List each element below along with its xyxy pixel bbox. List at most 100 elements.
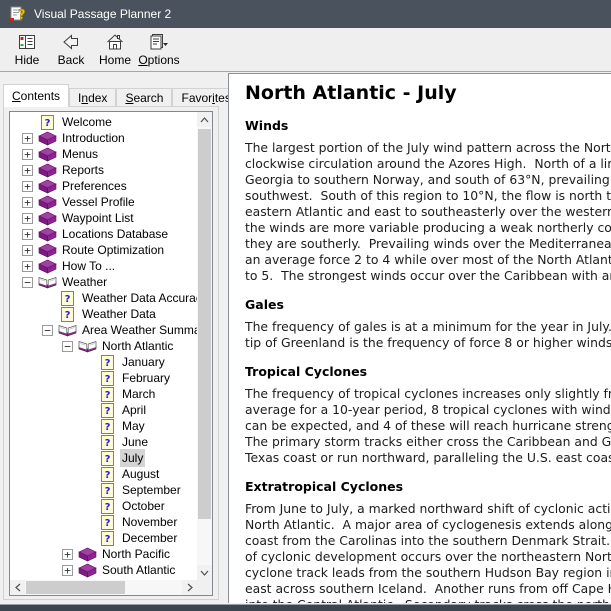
tree-item-october[interactable]: ?October (10, 498, 197, 514)
svg-text:?: ? (104, 502, 110, 513)
book-open-icon (57, 322, 77, 338)
toggle-spacer (42, 309, 53, 320)
section-heading-extratropical-cyclones: Extratropical Cyclones (245, 479, 611, 494)
tree-vertical-scrollbar[interactable] (197, 112, 212, 580)
content-line: Texas coast or run northward, parallelin… (245, 450, 611, 466)
tree-item-menus[interactable]: +Menus (10, 146, 197, 162)
scroll-right-arrow-icon[interactable] (182, 580, 197, 595)
options-button[interactable]: Options (137, 28, 181, 70)
toggle-spacer (42, 293, 53, 304)
svg-text:?: ? (104, 534, 110, 545)
back-button[interactable]: Back (49, 28, 93, 70)
help-file-icon: ? (9, 5, 27, 23)
svg-text:?: ? (18, 8, 26, 23)
expand-icon[interactable]: + (22, 245, 33, 256)
section-heading-winds: Winds (245, 118, 611, 133)
content-line: the winds are more variable producing a … (245, 220, 611, 236)
collapse-icon[interactable]: − (22, 277, 33, 288)
hide-button[interactable]: Hide (5, 28, 49, 70)
tree-item-january[interactable]: ?January (10, 354, 197, 370)
toggle-spacer (82, 357, 93, 368)
home-button[interactable]: Home (93, 28, 137, 70)
content-line: North Atlantic. A major area of cyclogen… (245, 517, 611, 533)
tree-item-weather-data-accuracy[interactable]: ?Weather Data Accuracy (10, 290, 197, 306)
horizontal-scroll-thumb[interactable] (26, 581, 125, 594)
help-page-icon: ? (57, 290, 77, 306)
expand-icon[interactable]: + (22, 261, 33, 272)
toggle-spacer (82, 453, 93, 464)
expand-icon[interactable]: + (22, 133, 33, 144)
tree-item-area-weather-summaries[interactable]: −Area Weather Summaries (10, 322, 197, 338)
svg-text:?: ? (104, 390, 110, 401)
scroll-up-arrow-icon[interactable] (197, 112, 212, 127)
svg-text:?: ? (104, 406, 110, 417)
vertical-scroll-thumb[interactable] (198, 129, 211, 519)
tree-item-may[interactable]: ?May (10, 418, 197, 434)
tree-item-march[interactable]: ?March (10, 386, 197, 402)
collapse-icon[interactable]: − (62, 341, 73, 352)
app-window: ? Visual Passage Planner 2 HideBackHomeO… (0, 0, 611, 611)
tree-horizontal-scrollbar[interactable] (10, 580, 197, 595)
tree-item-label: South Atlantic (100, 561, 177, 579)
scroll-left-arrow-icon[interactable] (10, 580, 25, 595)
expand-icon[interactable]: + (22, 165, 33, 176)
content-line: clockwise circulation around the Azores … (245, 156, 611, 172)
collapse-icon[interactable]: − (42, 325, 53, 336)
tree-item-september[interactable]: ?September (10, 482, 197, 498)
toggle-spacer (82, 405, 93, 416)
content-line: The primary storm tracks either cross th… (245, 434, 611, 450)
book-closed-icon (37, 178, 57, 194)
tree-item-april[interactable]: ?April (10, 402, 197, 418)
scrollbar-corner (197, 580, 212, 595)
tree-item-locations-database[interactable]: +Locations Database (10, 226, 197, 242)
help-page-icon: ? (97, 482, 117, 498)
tree-item-introduction[interactable]: +Introduction (10, 130, 197, 146)
tree-item-north-pacific[interactable]: +North Pacific (10, 546, 197, 562)
content-line: The frequency of tropical cyclones incre… (245, 386, 611, 402)
tree-item-waypoint-list[interactable]: +Waypoint List (10, 210, 197, 226)
tree-item-december[interactable]: ?December (10, 530, 197, 546)
help-page-icon: ? (57, 306, 77, 322)
toggle-spacer (82, 501, 93, 512)
tree-item-june[interactable]: ?June (10, 434, 197, 450)
expand-icon[interactable]: + (22, 181, 33, 192)
toggle-spacer (82, 373, 93, 384)
tree-item-february[interactable]: ?February (10, 370, 197, 386)
tree-item-north-atlantic[interactable]: −North Atlantic (10, 338, 197, 354)
tree-item-weather[interactable]: −Weather (10, 274, 197, 290)
tree-item-november[interactable]: ?November (10, 514, 197, 530)
tab-contents[interactable]: Contents (3, 84, 69, 107)
tree-item-how-to[interactable]: +How To ... (10, 258, 197, 274)
tree-item-weather-data[interactable]: ?Weather Data (10, 306, 197, 322)
expand-icon[interactable]: + (22, 229, 33, 240)
navigation-pane: ContentsIndexSearchFavorites ?Welcome+In… (3, 84, 219, 601)
tree-item-vessel-profile[interactable]: +Vessel Profile (10, 194, 197, 210)
section-heading-tropical-cyclones: Tropical Cyclones (245, 364, 611, 379)
tree-item-july[interactable]: ?July (10, 450, 197, 466)
tab-search[interactable]: Search (116, 88, 172, 107)
expand-icon[interactable]: + (62, 549, 73, 560)
tab-index[interactable]: Index (69, 88, 116, 107)
content-line: The largest portion of the July wind pat… (245, 140, 611, 156)
tree-item-route-optimization[interactable]: +Route Optimization (10, 242, 197, 258)
toolbar: HideBackHomeOptions (0, 28, 611, 72)
book-closed-icon (77, 562, 97, 578)
contents-tree: ?Welcome+Introduction+Menus+Reports+Pref… (9, 111, 213, 596)
svg-text:?: ? (104, 358, 110, 369)
scroll-down-arrow-icon[interactable] (197, 565, 212, 580)
tree-item-august[interactable]: ?August (10, 466, 197, 482)
expand-icon[interactable]: + (62, 565, 73, 576)
help-page-icon: ? (97, 418, 117, 434)
book-closed-icon (37, 242, 57, 258)
expand-icon[interactable]: + (22, 213, 33, 224)
tree-item-south-atlantic[interactable]: + South Atlantic (10, 562, 197, 578)
expand-icon[interactable]: + (22, 149, 33, 160)
content-line: The frequency of gales is at a minimum f… (245, 319, 611, 335)
book-closed-icon (37, 194, 57, 210)
topic-content-pane: North Atlantic - July WindsThe largest p… (228, 73, 611, 603)
book-open-icon (37, 274, 57, 290)
tree-item-welcome[interactable]: ?Welcome (10, 114, 197, 130)
tree-item-preferences[interactable]: +Preferences (10, 178, 197, 194)
tree-item-reports[interactable]: +Reports (10, 162, 197, 178)
expand-icon[interactable]: + (22, 197, 33, 208)
